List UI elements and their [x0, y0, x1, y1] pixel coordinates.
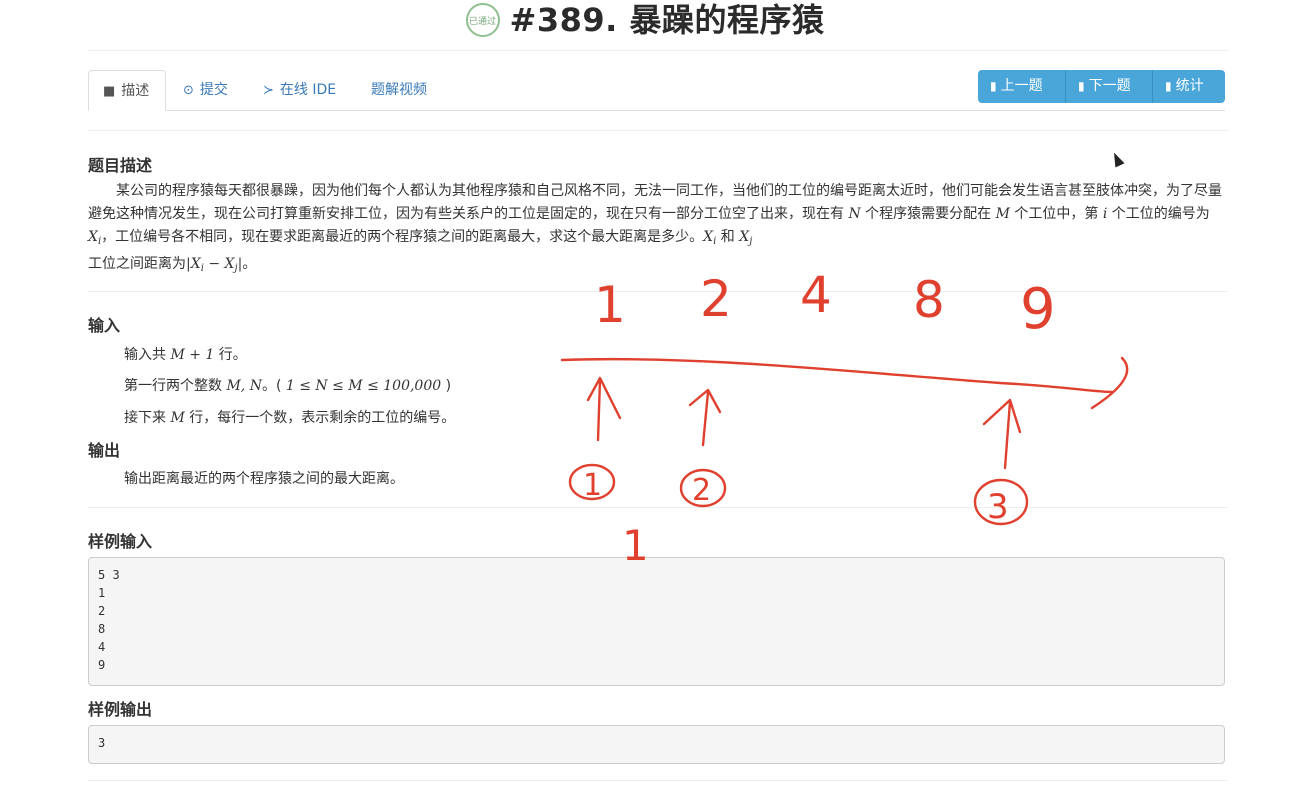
annotation-circled-number: 2 — [692, 473, 711, 508]
up-arrow — [688, 388, 722, 447]
handwritten-annotations: 1 2 4 8 9 1 2 3 1 — [560, 266, 1129, 570]
up-arrow — [586, 376, 622, 442]
annotation-number: 9 — [1020, 277, 1056, 342]
annotation-number: 4 — [800, 266, 832, 324]
annotation-number: 1 — [622, 521, 649, 570]
arrow-head-stroke — [1090, 356, 1129, 410]
annotation-number: 1 — [594, 276, 626, 334]
annotation-circled-number: 1 — [583, 468, 602, 503]
annotation-number: 2 — [700, 270, 732, 328]
annotation-circled-number: 3 — [987, 487, 1009, 527]
annotation-number: 8 — [913, 271, 945, 329]
up-arrow — [982, 398, 1022, 470]
number-line-stroke — [560, 357, 1114, 394]
